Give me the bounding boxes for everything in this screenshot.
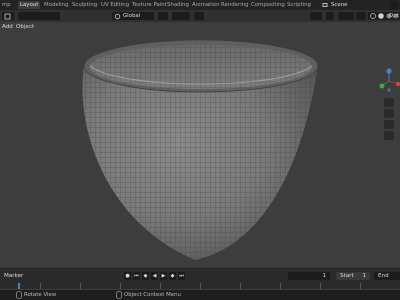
workspace-tab-bar: mp Layout Modeling Sculpting UV Editing …	[0, 0, 400, 10]
gizmo-toggle[interactable]	[326, 12, 334, 20]
tab-scripting[interactable]: Scripting	[285, 1, 313, 9]
scene-browse-button[interactable]	[390, 1, 398, 9]
status-hint-right: Object Context Menu	[124, 292, 181, 298]
ruler-tick	[360, 283, 361, 289]
object-menu[interactable]: Object	[16, 23, 34, 31]
view3d-icon	[4, 13, 11, 19]
viewport-nav-tools	[384, 98, 396, 142]
orientation-label: Global	[123, 13, 141, 19]
ruler-tick	[40, 283, 41, 289]
transform-orientation-dropdown[interactable]: Global	[112, 12, 154, 20]
tab-shading[interactable]: Shading	[165, 1, 191, 9]
current-frame-field[interactable]: 1	[288, 272, 330, 280]
end-frame-field[interactable]: End	[374, 272, 400, 280]
camera-view-button[interactable]	[384, 120, 394, 129]
mouse-middle-icon	[16, 291, 22, 299]
marker-menu[interactable]: Marker	[4, 272, 23, 280]
tab-animation[interactable]: Animation	[190, 1, 221, 9]
playhead[interactable]	[18, 283, 20, 289]
orientation-icon	[114, 13, 121, 19]
prev-keyframe-icon[interactable]: ◆	[142, 272, 149, 280]
play-reverse-icon[interactable]: ◀	[151, 272, 158, 280]
tab-layout[interactable]: Layout	[18, 1, 41, 9]
ruler-tick	[240, 283, 241, 289]
tab-rendering[interactable]: Rendering	[219, 1, 251, 9]
x-axis-icon[interactable]	[395, 81, 400, 87]
timeline-header: Marker ● ⏮ ◆ ◀ ▶ ◆ ⏭ 1 Start 1 End	[0, 268, 400, 283]
editor-type-button[interactable]	[2, 12, 14, 20]
tab-modeling[interactable]: Modeling	[42, 1, 71, 9]
ruler-tick	[80, 283, 81, 289]
scene-selector[interactable]: Scene	[331, 1, 347, 9]
jump-end-icon[interactable]: ⏭	[178, 272, 185, 280]
y-axis-icon[interactable]	[379, 83, 385, 89]
start-value: 1	[362, 273, 366, 279]
tab-uv-editing[interactable]: UV Editing	[99, 1, 131, 9]
cup-mesh[interactable]	[0, 32, 400, 268]
ruler-tick	[200, 283, 201, 289]
view-object-types-button[interactable]	[310, 12, 322, 20]
viewport-header: Global Opt	[0, 10, 400, 22]
status-hint-left: Rotate View	[24, 292, 57, 298]
z-axis-icon[interactable]	[386, 68, 392, 74]
timeline-ruler[interactable]	[0, 283, 400, 289]
xray-toggle[interactable]	[356, 12, 366, 20]
perspective-toggle-button[interactable]	[384, 131, 394, 140]
ruler-tick	[280, 283, 281, 289]
end-label: End	[378, 273, 389, 279]
proportional-toggle[interactable]	[194, 12, 204, 20]
snap-toggle[interactable]	[172, 12, 190, 20]
pan-tool-button[interactable]	[384, 109, 394, 118]
tab-texture-paint[interactable]: Texture Paint	[130, 1, 169, 9]
zoom-tool-button[interactable]	[384, 98, 394, 107]
record-icon[interactable]: ●	[124, 272, 131, 280]
add-menu[interactable]: Add	[2, 23, 13, 31]
overlays-toggle[interactable]	[338, 12, 354, 20]
ruler-tick	[160, 283, 161, 289]
mouse-right-icon	[116, 291, 122, 299]
viewport-menu: Add Object	[0, 22, 120, 32]
tab-help[interactable]: mp	[0, 1, 13, 9]
ruler-tick	[120, 283, 121, 289]
start-frame-field[interactable]: Start 1	[336, 272, 370, 280]
options-label[interactable]: Opt	[389, 12, 399, 20]
neg-z-axis-icon[interactable]	[387, 88, 391, 92]
jump-start-icon[interactable]: ⏮	[133, 272, 140, 280]
status-bar: Rotate View Object Context Menu	[0, 290, 400, 300]
tab-compositing[interactable]: Compositing	[249, 1, 287, 9]
next-keyframe-icon[interactable]: ◆	[169, 272, 176, 280]
3d-viewport[interactable]	[0, 32, 400, 268]
start-label: Start	[340, 273, 354, 279]
playback-controls: ● ⏮ ◆ ◀ ▶ ◆ ⏭	[124, 272, 185, 280]
play-icon[interactable]: ▶	[160, 272, 167, 280]
scene-icon[interactable]	[322, 2, 328, 8]
ruler-tick	[320, 283, 321, 289]
navigation-gizmo[interactable]	[378, 68, 400, 94]
mode-dropdown[interactable]	[18, 12, 60, 20]
pivot-dropdown[interactable]	[158, 12, 168, 20]
tab-sculpting[interactable]: Sculpting	[70, 1, 99, 9]
